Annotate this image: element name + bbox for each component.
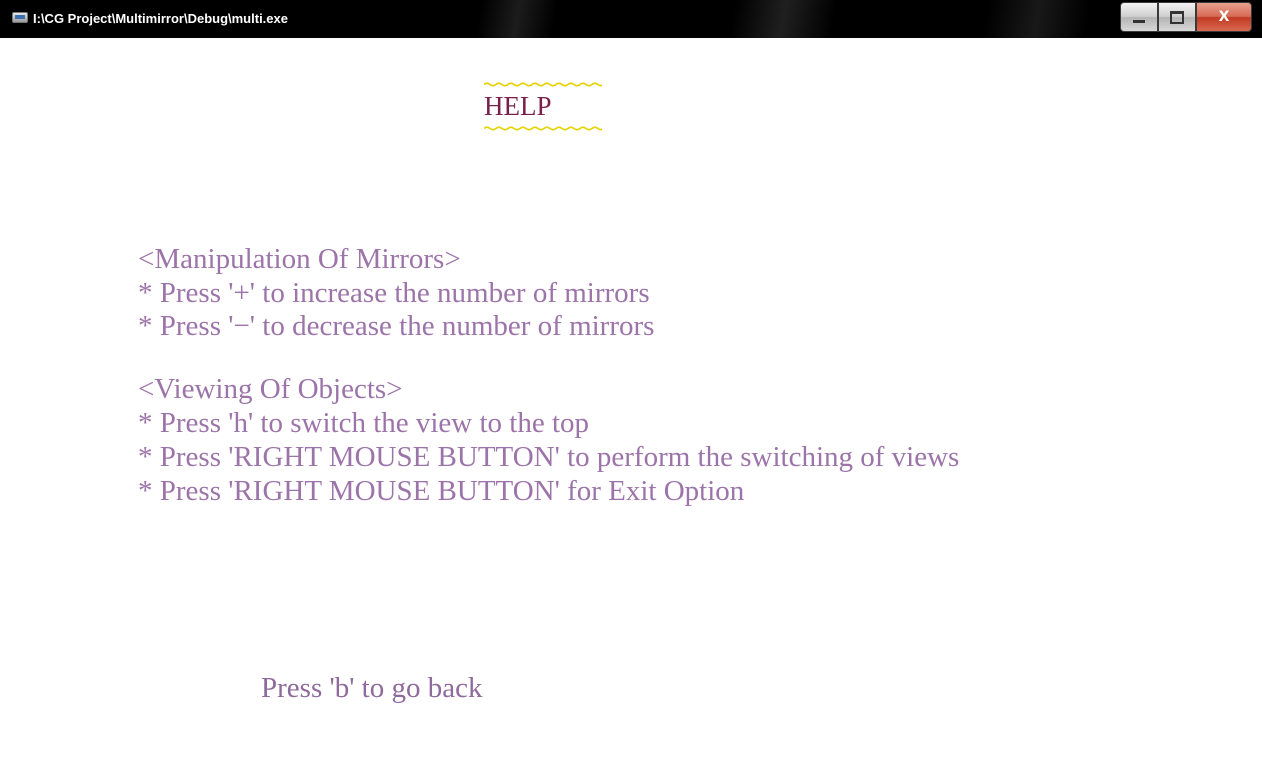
window-controls: X bbox=[1120, 2, 1252, 34]
application-icon[interactable] bbox=[12, 12, 28, 23]
section-heading-viewing: <Viewing Of Objects> bbox=[138, 373, 403, 405]
help-title-top-decoration bbox=[484, 82, 602, 87]
help-title: HELP bbox=[484, 91, 552, 121]
close-icon: X bbox=[1218, 9, 1230, 25]
minimize-icon bbox=[1133, 19, 1145, 23]
minimize-button[interactable] bbox=[1120, 2, 1158, 32]
restore-icon bbox=[1170, 10, 1184, 24]
instruction-exit-option: * Press 'RIGHT MOUSE BUTTON' for Exit Op… bbox=[138, 475, 745, 507]
instruction-top-view: * Press 'h' to switch the view to the to… bbox=[138, 407, 590, 439]
help-screen: HELP <Manipulation Of Mirrors> * Press '… bbox=[0, 38, 1262, 784]
instruction-decrease-mirrors: * Press '−' to decrease the number of mi… bbox=[138, 310, 655, 342]
section-heading-mirrors: <Manipulation Of Mirrors> bbox=[138, 243, 461, 275]
instruction-switch-views: * Press 'RIGHT MOUSE BUTTON' to perform … bbox=[138, 441, 960, 473]
back-hint: Press 'b' to go back bbox=[261, 672, 483, 704]
help-title-bottom-decoration bbox=[484, 126, 602, 131]
window-titlebar[interactable]: I:\CG Project\Multimirror\Debug\multi.ex… bbox=[0, 0, 1262, 38]
maximize-button[interactable] bbox=[1158, 2, 1196, 32]
close-button[interactable]: X bbox=[1196, 2, 1252, 32]
instruction-increase-mirrors: * Press '+' to increase the number of mi… bbox=[138, 277, 650, 309]
window-title: I:\CG Project\Multimirror\Debug\multi.ex… bbox=[33, 11, 288, 26]
